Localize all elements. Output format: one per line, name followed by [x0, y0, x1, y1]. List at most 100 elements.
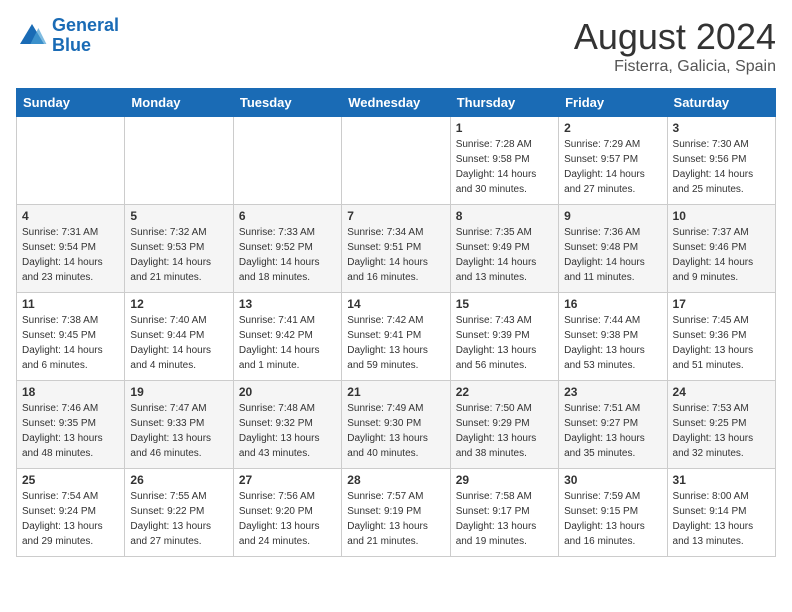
day-content: Sunrise: 7:59 AM Sunset: 9:15 PM Dayligh…: [564, 489, 661, 549]
day-content: Sunrise: 7:46 AM Sunset: 9:35 PM Dayligh…: [22, 401, 119, 461]
calendar-body: 1Sunrise: 7:28 AM Sunset: 9:58 PM Daylig…: [17, 117, 776, 557]
day-number: 16: [564, 297, 661, 311]
calendar-cell: 2Sunrise: 7:29 AM Sunset: 9:57 PM Daylig…: [559, 117, 667, 205]
calendar-cell: 22Sunrise: 7:50 AM Sunset: 9:29 PM Dayli…: [450, 381, 558, 469]
calendar-cell: 16 Sunrise: 7:44 AM Sunset: 9:38 PM Dayli…: [559, 293, 667, 381]
day-number: 19: [130, 385, 227, 399]
title-area: August 2024 Fisterra, Galicia, Spain: [574, 16, 776, 76]
day-number: 8: [456, 209, 553, 223]
day-content: Sunrise: 7:36 AM Sunset: 9:48 PM Dayligh…: [564, 225, 661, 285]
calendar-cell: 18Sunrise: 7:46 AM Sunset: 9:35 PM Dayli…: [17, 381, 125, 469]
logo-text: General Blue: [52, 16, 119, 56]
calendar-cell: 24 Sunrise: 7:53 AM Sunset: 9:25 PM Dayli…: [667, 381, 775, 469]
day-number: 6: [239, 209, 336, 223]
day-number: 10: [673, 209, 770, 223]
calendar-cell: 13 Sunrise: 7:41 AM Sunset: 9:42 PM Dayli…: [233, 293, 341, 381]
day-content: Sunrise: 7:54 AM Sunset: 9:24 PM Dayligh…: [22, 489, 119, 549]
calendar-cell: 28 Sunrise: 7:57 AM Sunset: 9:19 PM Dayli…: [342, 469, 450, 557]
month-title: August 2024: [574, 16, 776, 58]
day-content: Sunrise: 7:57 AM Sunset: 9:19 PM Dayligh…: [347, 489, 444, 549]
day-number: 13: [239, 297, 336, 311]
calendar-cell: 12 Sunrise: 7:40 AM Sunset: 9:44 PM Dayli…: [125, 293, 233, 381]
day-number: 2: [564, 121, 661, 135]
day-number: 23: [564, 385, 661, 399]
calendar-cell: 31Sunrise: 8:00 AM Sunset: 9:14 PM Dayli…: [667, 469, 775, 557]
day-content: Sunrise: 7:58 AM Sunset: 9:17 PM Dayligh…: [456, 489, 553, 549]
day-content: Sunrise: 7:44 AM Sunset: 9:38 PM Dayligh…: [564, 313, 661, 373]
day-header-wednesday: Wednesday: [342, 89, 450, 117]
calendar-cell: 9 Sunrise: 7:36 AM Sunset: 9:48 PM Daylig…: [559, 205, 667, 293]
day-content: Sunrise: 7:41 AM Sunset: 9:42 PM Dayligh…: [239, 313, 336, 373]
day-content: Sunrise: 7:42 AM Sunset: 9:41 PM Dayligh…: [347, 313, 444, 373]
calendar-cell: 3Sunrise: 7:30 AM Sunset: 9:56 PM Daylig…: [667, 117, 775, 205]
day-content: Sunrise: 7:40 AM Sunset: 9:44 PM Dayligh…: [130, 313, 227, 373]
day-content: Sunrise: 7:47 AM Sunset: 9:33 PM Dayligh…: [130, 401, 227, 461]
day-number: 3: [673, 121, 770, 135]
day-number: 5: [130, 209, 227, 223]
calendar-cell: 21 Sunrise: 7:49 AM Sunset: 9:30 PM Dayli…: [342, 381, 450, 469]
day-header-friday: Friday: [559, 89, 667, 117]
day-number: 7: [347, 209, 444, 223]
day-content: Sunrise: 7:35 AM Sunset: 9:49 PM Dayligh…: [456, 225, 553, 285]
day-content: Sunrise: 7:43 AM Sunset: 9:39 PM Dayligh…: [456, 313, 553, 373]
day-number: 22: [456, 385, 553, 399]
calendar-cell: 26 Sunrise: 7:55 AM Sunset: 9:22 PM Dayli…: [125, 469, 233, 557]
day-content: Sunrise: 7:53 AM Sunset: 9:25 PM Dayligh…: [673, 401, 770, 461]
calendar-cell: 5Sunrise: 7:32 AM Sunset: 9:53 PM Daylig…: [125, 205, 233, 293]
day-number: 28: [347, 473, 444, 487]
calendar-cell: [125, 117, 233, 205]
calendar-cell: 10 Sunrise: 7:37 AM Sunset: 9:46 PM Dayli…: [667, 205, 775, 293]
calendar-cell: 25 Sunrise: 7:54 AM Sunset: 9:24 PM Dayli…: [17, 469, 125, 557]
day-number: 9: [564, 209, 661, 223]
calendar-cell: 1Sunrise: 7:28 AM Sunset: 9:58 PM Daylig…: [450, 117, 558, 205]
day-content: Sunrise: 7:55 AM Sunset: 9:22 PM Dayligh…: [130, 489, 227, 549]
day-header-sunday: Sunday: [17, 89, 125, 117]
calendar-cell: 20 Sunrise: 7:48 AM Sunset: 9:32 PM Dayli…: [233, 381, 341, 469]
calendar-cell: 8 Sunrise: 7:35 AM Sunset: 9:49 PM Daylig…: [450, 205, 558, 293]
day-number: 4: [22, 209, 119, 223]
day-content: Sunrise: 7:49 AM Sunset: 9:30 PM Dayligh…: [347, 401, 444, 461]
day-content: Sunrise: 7:31 AM Sunset: 9:54 PM Dayligh…: [22, 225, 119, 285]
calendar-cell: [233, 117, 341, 205]
day-number: 17: [673, 297, 770, 311]
calendar-cell: 23 Sunrise: 7:51 AM Sunset: 9:27 PM Dayli…: [559, 381, 667, 469]
day-content: Sunrise: 7:37 AM Sunset: 9:46 PM Dayligh…: [673, 225, 770, 285]
day-content: Sunrise: 7:51 AM Sunset: 9:27 PM Dayligh…: [564, 401, 661, 461]
calendar-cell: 30 Sunrise: 7:59 AM Sunset: 9:15 PM Dayli…: [559, 469, 667, 557]
calendar-table: SundayMondayTuesdayWednesdayThursdayFrid…: [16, 88, 776, 557]
week-row-5: 25 Sunrise: 7:54 AM Sunset: 9:24 PM Dayli…: [17, 469, 776, 557]
location: Fisterra, Galicia, Spain: [574, 58, 776, 76]
day-content: Sunrise: 7:48 AM Sunset: 9:32 PM Dayligh…: [239, 401, 336, 461]
day-number: 26: [130, 473, 227, 487]
calendar-cell: 11Sunrise: 7:38 AM Sunset: 9:45 PM Dayli…: [17, 293, 125, 381]
week-row-3: 11Sunrise: 7:38 AM Sunset: 9:45 PM Dayli…: [17, 293, 776, 381]
calendar-cell: 4 Sunrise: 7:31 AM Sunset: 9:54 PM Daylig…: [17, 205, 125, 293]
calendar-cell: [342, 117, 450, 205]
calendar-cell: 15 Sunrise: 7:43 AM Sunset: 9:39 PM Dayli…: [450, 293, 558, 381]
day-content: Sunrise: 8:00 AM Sunset: 9:14 PM Dayligh…: [673, 489, 770, 549]
week-row-1: 1Sunrise: 7:28 AM Sunset: 9:58 PM Daylig…: [17, 117, 776, 205]
day-number: 24: [673, 385, 770, 399]
day-number: 29: [456, 473, 553, 487]
calendar-cell: 19 Sunrise: 7:47 AM Sunset: 9:33 PM Dayli…: [125, 381, 233, 469]
day-number: 21: [347, 385, 444, 399]
day-content: Sunrise: 7:56 AM Sunset: 9:20 PM Dayligh…: [239, 489, 336, 549]
day-content: Sunrise: 7:34 AM Sunset: 9:51 PM Dayligh…: [347, 225, 444, 285]
day-number: 20: [239, 385, 336, 399]
week-row-4: 18Sunrise: 7:46 AM Sunset: 9:35 PM Dayli…: [17, 381, 776, 469]
calendar-cell: 29 Sunrise: 7:58 AM Sunset: 9:17 PM Dayli…: [450, 469, 558, 557]
day-number: 25: [22, 473, 119, 487]
logo: General Blue: [16, 16, 119, 56]
day-number: 1: [456, 121, 553, 135]
day-header-saturday: Saturday: [667, 89, 775, 117]
day-number: 14: [347, 297, 444, 311]
calendar-cell: 17Sunrise: 7:45 AM Sunset: 9:36 PM Dayli…: [667, 293, 775, 381]
calendar-cell: 27Sunrise: 7:56 AM Sunset: 9:20 PM Dayli…: [233, 469, 341, 557]
day-number: 15: [456, 297, 553, 311]
day-number: 12: [130, 297, 227, 311]
page-header: General Blue August 2024 Fisterra, Galic…: [16, 16, 776, 76]
day-content: Sunrise: 7:33 AM Sunset: 9:52 PM Dayligh…: [239, 225, 336, 285]
calendar-header-row: SundayMondayTuesdayWednesdayThursdayFrid…: [17, 89, 776, 117]
day-number: 30: [564, 473, 661, 487]
calendar-cell: 7 Sunrise: 7:34 AM Sunset: 9:51 PM Daylig…: [342, 205, 450, 293]
